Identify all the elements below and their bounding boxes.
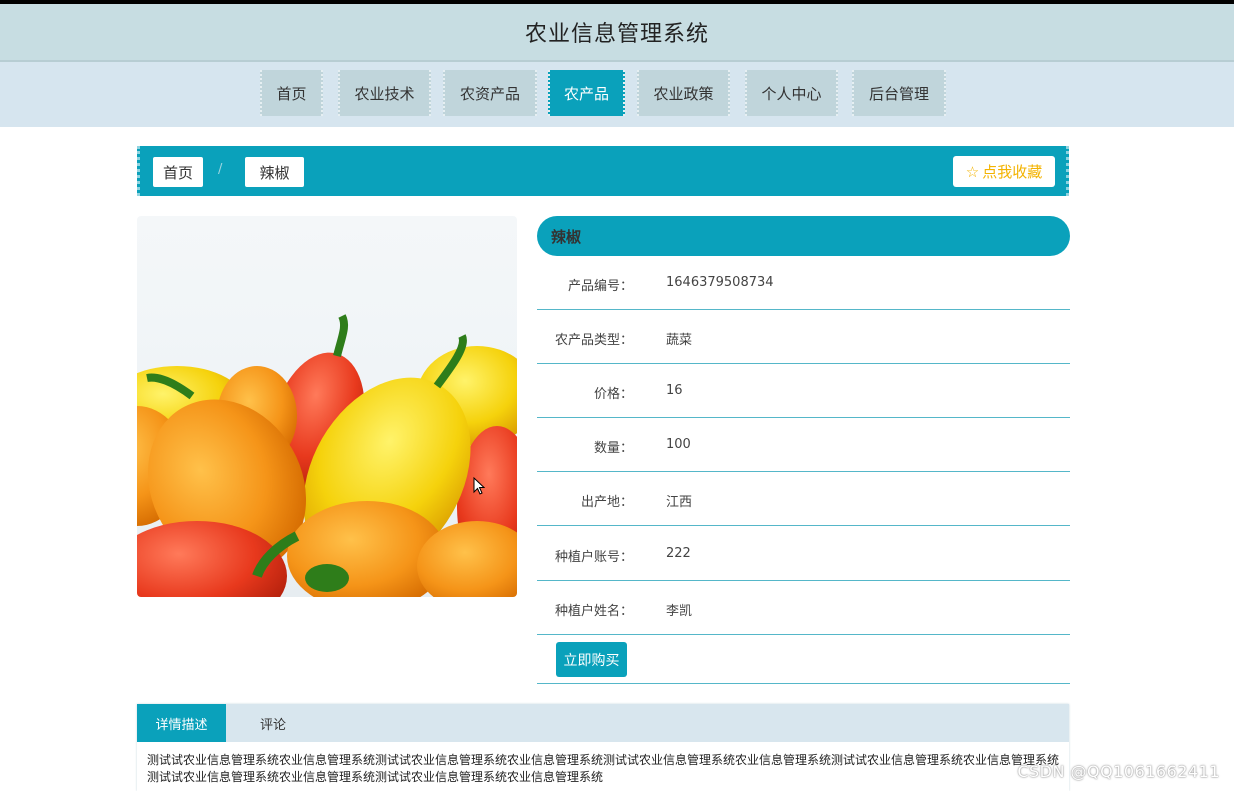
info-label: 数量： xyxy=(593,441,633,456)
info-value: 100 xyxy=(666,437,691,452)
detail-tabs-panel: 详情描述 评论 测试试农业信息管理系统农业信息管理系统测试试农业信息管理系统农业… xyxy=(137,704,1069,791)
product-description: 测试试农业信息管理系统农业信息管理系统测试试农业信息管理系统农业信息管理系统测试… xyxy=(147,753,1060,784)
watermark-text: CSDN @QQ1061662411 xyxy=(1017,762,1220,781)
breadcrumb-current[interactable]: 辣椒 xyxy=(245,157,304,187)
product-title: 辣椒 xyxy=(551,227,582,246)
nav-item-admin[interactable]: 后台管理 xyxy=(852,70,946,116)
tab-comments[interactable]: 评论 xyxy=(237,704,309,742)
tabs-bar: 详情描述 评论 xyxy=(137,704,1069,742)
product-title-bar: 辣椒 xyxy=(537,216,1070,256)
tab-description[interactable]: 详情描述 xyxy=(137,704,226,742)
site-header: 农业信息管理系统 xyxy=(0,4,1234,63)
favorite-button[interactable]: ☆ 点我收藏 xyxy=(953,156,1055,187)
info-value: 16 xyxy=(666,383,683,398)
buy-now-button[interactable]: 立即购买 xyxy=(556,642,627,677)
main-nav: 首页 农业技术 农资产品 农产品 农业政策 个人中心 后台管理 xyxy=(0,62,1234,127)
info-row-product-type: 农产品类型： 蔬菜 xyxy=(537,310,1070,364)
info-row-quantity: 数量： 100 xyxy=(537,418,1070,472)
breadcrumb-home[interactable]: 首页 xyxy=(153,157,203,187)
info-row-price: 价格： 16 xyxy=(537,364,1070,418)
info-value: 222 xyxy=(666,546,691,561)
buy-row: 立即购买 xyxy=(537,636,1070,684)
nav-item-agri-products[interactable]: 农产品 xyxy=(548,70,625,116)
info-label: 价格： xyxy=(593,387,633,402)
breadcrumb-bar: 首页 / 辣椒 ☆ 点我收藏 xyxy=(137,146,1069,196)
info-value: 李凯 xyxy=(666,604,693,619)
nav-item-agri-policy[interactable]: 农业政策 xyxy=(637,70,730,116)
info-label: 产品编号： xyxy=(567,279,633,294)
info-value: 蔬菜 xyxy=(666,333,693,348)
mouse-cursor-icon xyxy=(473,477,485,495)
star-icon: ☆ xyxy=(965,162,980,181)
product-image xyxy=(137,216,517,597)
nav-item-home[interactable]: 首页 xyxy=(260,70,323,116)
info-label: 种植户账号： xyxy=(554,550,633,565)
info-row-origin: 出产地： 江西 xyxy=(537,472,1070,526)
info-row-farmer-account: 种植户账号： 222 xyxy=(537,527,1070,581)
nav-item-personal-center[interactable]: 个人中心 xyxy=(745,70,838,116)
info-row-product-id: 产品编号： 1646379508734 xyxy=(537,256,1070,310)
breadcrumb-separator: / xyxy=(218,162,223,177)
nav-item-agri-tech[interactable]: 农业技术 xyxy=(338,70,431,116)
info-label: 农产品类型： xyxy=(554,333,633,348)
peppers-photo xyxy=(137,314,517,597)
info-label: 出产地： xyxy=(580,495,633,510)
nav-item-agri-supplies[interactable]: 农资产品 xyxy=(443,70,537,116)
favorite-label: 点我收藏 xyxy=(982,163,1043,181)
info-row-farmer-name: 种植户姓名： 李凯 xyxy=(537,581,1070,635)
site-title: 农业信息管理系统 xyxy=(524,22,709,47)
info-label: 种植户姓名： xyxy=(554,604,633,619)
info-value: 1646379508734 xyxy=(666,275,774,290)
info-value: 江西 xyxy=(666,495,693,510)
